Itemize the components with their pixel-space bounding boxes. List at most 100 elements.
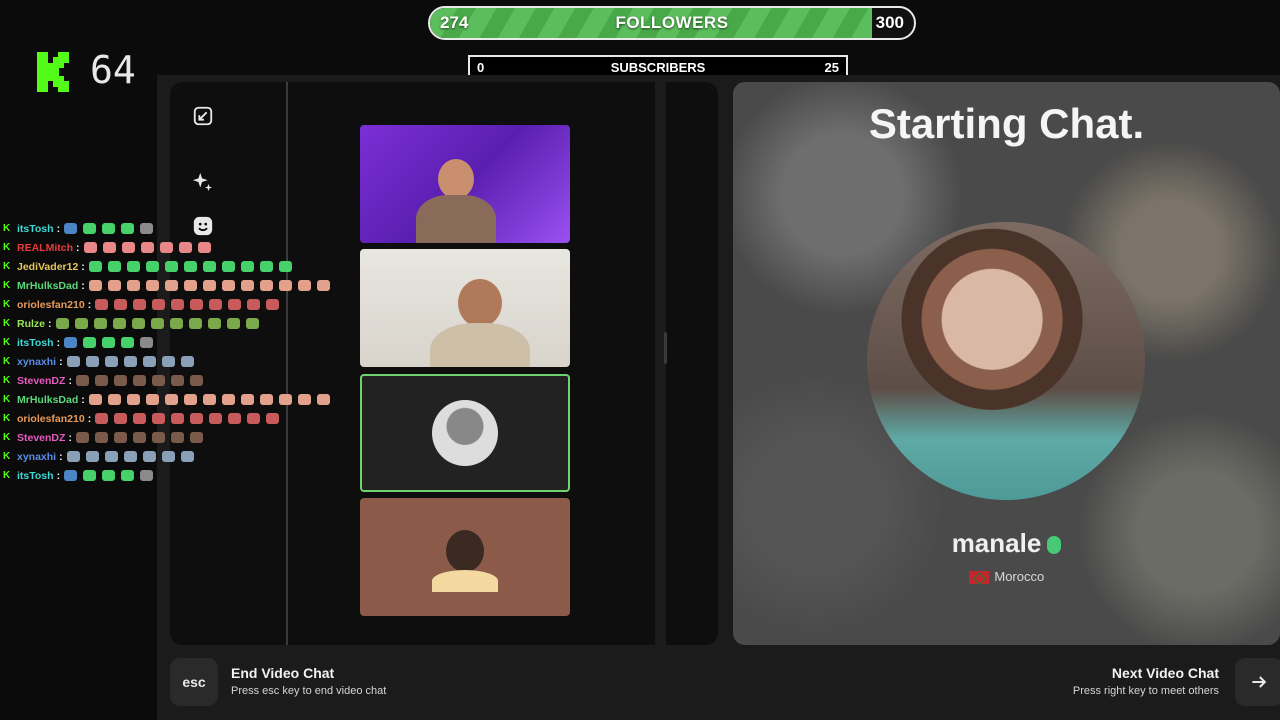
emote-icon bbox=[259, 394, 273, 405]
chat-message: K REALMitch: bbox=[0, 238, 360, 257]
video-tile-peer[interactable] bbox=[360, 249, 570, 367]
sparkles-icon[interactable] bbox=[191, 170, 215, 194]
chat-message: K Rulze: bbox=[0, 314, 360, 333]
chat-separator: : bbox=[81, 393, 85, 406]
chat-message: K MrHulksDad: bbox=[0, 276, 360, 295]
emote-icon bbox=[132, 432, 146, 443]
emote-icon bbox=[197, 242, 211, 253]
emote-icon bbox=[240, 261, 254, 272]
chat-message: Koriolesfan210: bbox=[0, 409, 360, 428]
emote-icon bbox=[107, 394, 121, 405]
emote-icon bbox=[85, 356, 99, 367]
emote-icon bbox=[95, 299, 109, 310]
emote-icon bbox=[95, 413, 109, 424]
arrow-right-icon bbox=[1252, 676, 1267, 688]
emote-icon bbox=[180, 451, 194, 462]
emote-icon bbox=[240, 394, 254, 405]
emote-icon bbox=[102, 337, 116, 348]
chat-username[interactable]: itsTosh bbox=[17, 470, 54, 482]
chat-username[interactable]: xynaxhi bbox=[17, 356, 56, 368]
esc-key-button[interactable]: esc bbox=[170, 658, 218, 706]
chat-separator: : bbox=[59, 355, 63, 368]
chat-message: Kxynaxhi: bbox=[0, 447, 360, 466]
emote-icon bbox=[123, 451, 137, 462]
emote-icon bbox=[126, 280, 140, 291]
chat-username[interactable]: StevenDZ bbox=[17, 375, 65, 387]
emote-icon bbox=[114, 299, 128, 310]
emote-icon bbox=[140, 337, 154, 348]
video-tile-avatar-2[interactable] bbox=[360, 498, 570, 616]
emote-icon bbox=[152, 413, 166, 424]
emote-icon bbox=[183, 280, 197, 291]
emote-icon bbox=[142, 356, 156, 367]
chat-username[interactable]: Rulze bbox=[17, 318, 45, 330]
emote-icon bbox=[152, 299, 166, 310]
emote-icon bbox=[189, 375, 203, 386]
emote-icon bbox=[66, 451, 80, 462]
emote-icon bbox=[126, 261, 140, 272]
username-label: manale bbox=[951, 528, 1042, 558]
emote-icon bbox=[221, 261, 235, 272]
chat-username[interactable]: MrHulksDad bbox=[17, 280, 78, 292]
country-label: Morocco bbox=[994, 569, 1045, 584]
kick-badge-icon: K bbox=[3, 261, 11, 272]
kick-badge-icon: K bbox=[3, 432, 11, 443]
match-avatar bbox=[867, 222, 1145, 500]
chat-username[interactable]: REALMitch bbox=[17, 242, 73, 254]
emote-icon bbox=[169, 318, 183, 329]
end-chat-hint: End Video Chat Press esc key to end vide… bbox=[231, 665, 386, 697]
emote-icon bbox=[83, 223, 97, 234]
chat-username[interactable]: itsTosh bbox=[17, 223, 54, 235]
emote-icon bbox=[202, 394, 216, 405]
kick-badge-icon: K bbox=[3, 223, 11, 234]
scroll-thumb[interactable] bbox=[664, 332, 667, 364]
chat-message: K StevenDZ: bbox=[0, 371, 360, 390]
emote-icon bbox=[183, 394, 197, 405]
chat-message: K StevenDZ: bbox=[0, 428, 360, 447]
emote-icon bbox=[88, 261, 102, 272]
emote-icon bbox=[102, 223, 116, 234]
emote-icon bbox=[140, 223, 154, 234]
chat-message: K JediVader12: bbox=[0, 257, 360, 276]
chat-username[interactable]: xynaxhi bbox=[17, 451, 56, 463]
emote-icon bbox=[113, 432, 127, 443]
status-title: Starting Chat. bbox=[868, 100, 1145, 147]
video-tile-active-avatar[interactable] bbox=[360, 374, 570, 492]
kick-badge-icon: K bbox=[3, 413, 11, 424]
chat-username[interactable]: itsTosh bbox=[17, 337, 54, 349]
emote-icon bbox=[183, 261, 197, 272]
emote-icon bbox=[142, 451, 156, 462]
kick-badge-icon: K bbox=[3, 280, 11, 291]
emote-icon bbox=[145, 394, 159, 405]
chat-separator: : bbox=[76, 241, 80, 254]
emote-icon bbox=[121, 242, 135, 253]
emote-icon bbox=[316, 280, 330, 291]
emote-icon bbox=[171, 299, 185, 310]
kick-badge-icon: K bbox=[3, 375, 11, 386]
chat-message: KitsTosh: bbox=[0, 219, 360, 238]
chat-username[interactable]: oriolesfan210 bbox=[17, 413, 85, 425]
chat-username[interactable]: StevenDZ bbox=[17, 432, 65, 444]
emote-icon bbox=[74, 318, 88, 329]
emote-icon bbox=[161, 451, 175, 462]
next-chat-button[interactable] bbox=[1235, 658, 1280, 706]
minimize-icon[interactable] bbox=[191, 104, 215, 128]
chat-username[interactable]: oriolesfan210 bbox=[17, 299, 85, 311]
emote-icon bbox=[114, 413, 128, 424]
emote-icon bbox=[126, 394, 140, 405]
chat-message: K MrHulksDad: bbox=[0, 390, 360, 409]
emote-icon bbox=[64, 470, 78, 481]
emote-icon bbox=[190, 299, 204, 310]
video-tile-streamer[interactable] bbox=[360, 125, 570, 243]
chat-separator: : bbox=[68, 431, 72, 444]
emote-icon bbox=[189, 432, 203, 443]
chat-separator: : bbox=[48, 317, 52, 330]
chat-username[interactable]: JediVader12 bbox=[17, 261, 78, 273]
bottom-controls: esc End Video Chat Press esc key to end … bbox=[157, 653, 1280, 720]
emote-icon bbox=[164, 280, 178, 291]
emote-icon bbox=[131, 318, 145, 329]
emote-icon bbox=[133, 413, 147, 424]
streamer-body bbox=[416, 195, 496, 243]
chat-username[interactable]: MrHulksDad bbox=[17, 394, 78, 406]
chat-separator: : bbox=[56, 336, 61, 349]
